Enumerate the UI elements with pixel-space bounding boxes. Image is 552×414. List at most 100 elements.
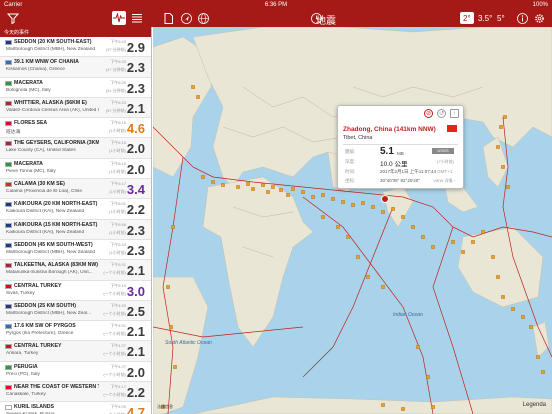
event-row[interactable]: KURIL ISLANDSSevero-Kurilsk, Russia下午4:0…: [0, 402, 151, 414]
quake-marker: [421, 235, 425, 239]
event-magnitude: 4.6: [126, 121, 145, 137]
event-row[interactable]: CENTRAL TURKEY Ankara, Turkey 下午4:37 (一个小时前…: [0, 341, 151, 362]
event-age: (1小时前): [109, 209, 126, 215]
event-row[interactable]: 17.6 KM SW OF PYRGOS Pyrgos (Ilia Prefect…: [0, 321, 151, 342]
quake-marker: [236, 185, 240, 189]
event-title: MACERATA: [14, 79, 43, 86]
event-row[interactable]: SEDDON (45 KM SOUTH-WEST) Marlborough Dis…: [0, 239, 151, 261]
event-location: Sivas, Turkey: [6, 290, 35, 296]
quake-marker: [503, 115, 507, 119]
filter-icon[interactable]: [6, 11, 20, 25]
event-title: 17.6 KM SW OF PYRGOS: [14, 323, 76, 330]
event-location: Marlborough District (MBH), New Zeal...: [6, 310, 92, 316]
event-location: Pieve Torina (MC), Italy: [6, 168, 56, 174]
share-icon[interactable]: ↑: [450, 109, 459, 118]
event-time: 下午5:31: [110, 262, 126, 268]
event-time: 下午5:56: [110, 221, 126, 227]
legend-button[interactable]: Legenda: [523, 402, 546, 408]
event-row[interactable]: CALAMA (30 KM SE) Calama (Provincia de El…: [0, 179, 151, 200]
quake-marker: [511, 307, 515, 311]
event-row[interactable]: CENTRAL TURKEY Sivas, Turkey 下午5:19 (一个小时前)…: [0, 280, 151, 301]
quake-marker: [411, 225, 415, 229]
event-row[interactable]: MACERATA Pieve Torina (MC), Italy 下午6:15 (1…: [0, 158, 151, 180]
popup-region: Tibet, China: [343, 135, 373, 141]
event-title: NEAR THE COAST OF WESTERN T...: [14, 384, 99, 391]
quake-marker: [451, 240, 455, 244]
event-row[interactable]: THE GEYSERS, CALIFORNIA (3KM... Lake Coun…: [0, 138, 151, 159]
quake-marker: [381, 403, 385, 407]
event-magnitude: 2.9: [126, 40, 145, 55]
event-title: MACERATA: [14, 160, 43, 167]
country-flag-icon: [5, 405, 12, 411]
globe-icon[interactable]: [197, 11, 209, 25]
event-magnitude: 2.1: [126, 100, 145, 116]
legal-link[interactable]: 法律信息: [157, 404, 173, 410]
event-row[interactable]: NEAR THE COAST OF WESTERN T... Canakkale,…: [0, 382, 151, 403]
location-arrow-icon[interactable]: [180, 11, 192, 25]
quake-marker: [196, 95, 200, 99]
source-badge[interactable]: USGS: [432, 148, 454, 154]
event-magnitude: 2.3: [126, 222, 145, 238]
magnitude-filter-5[interactable]: 5°: [494, 12, 508, 24]
info-icon[interactable]: [516, 11, 528, 25]
event-age: (57 分钟前): [105, 107, 126, 113]
event-row[interactable]: FLORES SEA 班达海 下午6:16 (1小时前) 4.6: [0, 118, 151, 139]
event-time: 下午6:01: [110, 201, 126, 207]
quake-marker: [501, 295, 505, 299]
event-time: 下午6:43: [110, 39, 126, 44]
world-map[interactable]: Indian Ocean South Atlantic Ocean 法律信息 L…: [153, 27, 552, 414]
quake-marker: [401, 215, 405, 219]
event-row[interactable]: PERUGIA Preci (PG), Italy 下午4:27 (一个小时前) 2.0: [0, 361, 151, 383]
event-age: (1小时前): [109, 168, 126, 174]
event-location: Pyrgos (Ilia Prefecture), Greece: [6, 331, 74, 337]
quake-marker: [279, 188, 283, 192]
quake-marker: [261, 183, 265, 187]
event-title: 39.1 KM WNW OF CHANIA: [14, 59, 79, 66]
event-title: TALKEETNA, ALASKA (83KM NW): [14, 262, 98, 269]
quake-marker: [301, 190, 305, 194]
event-row[interactable]: KAIKOURA (15 KM NORTH-EAST) Kaikoura Dist…: [0, 219, 151, 240]
event-title: CENTRAL TURKEY: [14, 343, 62, 350]
quake-marker: [321, 215, 325, 219]
list-icon[interactable]: [130, 11, 144, 25]
quake-marker: [461, 250, 465, 254]
event-row[interactable]: KAIKOURA (20 KM NORTH-EAST) Kaikoura Dist…: [0, 199, 151, 220]
popup-actions: ⊘ ↺ ↑: [424, 109, 459, 118]
country-flag-icon: [5, 182, 12, 188]
country-flag-icon: [5, 364, 12, 370]
quake-marker: [321, 193, 325, 197]
event-row[interactable]: MACERATA Bolognola (MC), Italy 下午6:29 (51 分…: [0, 77, 151, 98]
quake-marker: [191, 85, 195, 89]
seismograph-icon[interactable]: [112, 11, 126, 25]
settings-icon[interactable]: [533, 11, 545, 25]
event-row[interactable]: WHITTIER, ALASKA (56KM E) Valdez-Cordova …: [0, 97, 151, 119]
event-time: 下午4:17: [110, 384, 126, 390]
country-flag-icon: [5, 385, 12, 391]
quake-marker: [291, 187, 295, 191]
event-time: 下午6:16: [110, 120, 126, 126]
document-icon[interactable]: [162, 11, 174, 25]
event-age: (一个小时前): [103, 310, 126, 316]
history-icon[interactable]: ↺: [437, 109, 446, 118]
event-row[interactable]: SEDDON (25 KM SOUTH) Marlborough District…: [0, 300, 151, 322]
view-details-link[interactable]: VIEW 详情 ›: [433, 178, 455, 184]
magnitude-filter-2[interactable]: 2°: [460, 12, 474, 24]
quake-marker: [371, 205, 375, 209]
event-row[interactable]: 39.1 KM WNW OF CHANIA Kissamos (Chania), …: [0, 57, 151, 78]
event-location: Preci (PG), Italy: [6, 371, 40, 377]
event-row[interactable]: TALKEETNA, ALASKA (83KM NW) Matanuska-Sus…: [0, 260, 151, 281]
event-magnitude: 2.1: [126, 324, 145, 340]
magnitude-filter-3-5[interactable]: 3.5°: [475, 12, 495, 24]
hide-icon[interactable]: ⊘: [424, 109, 433, 118]
popup-time: 2017年2月1日 上午11:07:44 GMT+1: [380, 169, 452, 175]
event-title: WHITTIER, ALASKA (56KM E): [14, 99, 87, 106]
event-time: 下午5:19: [110, 282, 126, 288]
event-magnitude: 2.2: [126, 385, 145, 401]
event-row[interactable]: SEDDON (20 KM SOUTH-EAST) Marlborough Dis…: [0, 37, 151, 58]
event-title: KAIKOURA (15 KM NORTH-EAST): [14, 221, 98, 228]
event-magnitude: 2.3: [126, 242, 145, 258]
page-title: 地震: [316, 16, 336, 27]
quake-marker: [331, 197, 335, 201]
event-magnitude: 2.0: [126, 141, 145, 157]
event-time: 下午6:15: [110, 140, 126, 146]
